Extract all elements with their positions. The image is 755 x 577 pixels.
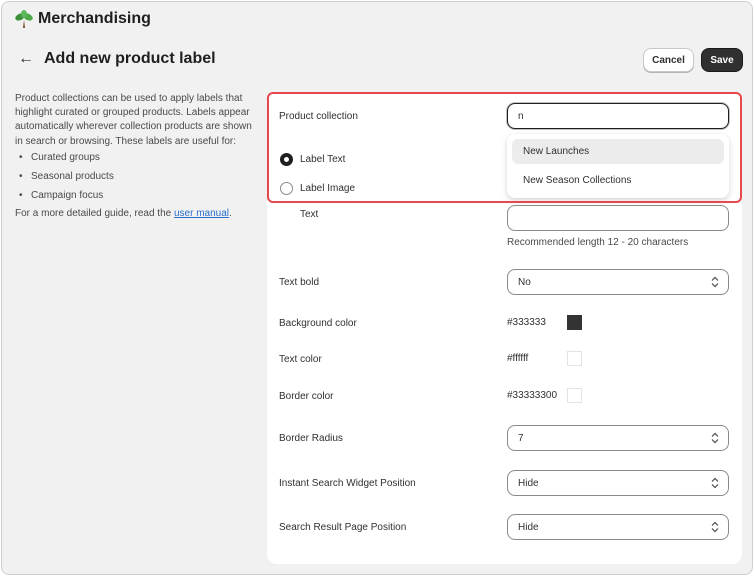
text-help: Recommended length 12 - 20 characters bbox=[507, 237, 689, 248]
text-color-swatch[interactable] bbox=[567, 351, 582, 366]
app-title-text: Merchandising bbox=[38, 10, 151, 27]
plant-icon bbox=[15, 10, 33, 28]
chevron-updown-icon bbox=[711, 477, 719, 489]
guide-suffix: . bbox=[229, 208, 232, 220]
list-item: Seasonal products bbox=[15, 170, 255, 184]
product-collection-label: Product collection bbox=[279, 111, 358, 122]
text-bold-select[interactable]: No bbox=[507, 269, 729, 295]
chevron-updown-icon[interactable] bbox=[710, 432, 720, 444]
page-header: ← Add new product label bbox=[18, 50, 216, 68]
text-color-value[interactable]: #ffffff bbox=[507, 353, 528, 364]
guide-text: For a more detailed guide, read the user… bbox=[15, 207, 255, 221]
cancel-button[interactable]: Cancel bbox=[643, 48, 694, 72]
app-title: Merchandising bbox=[14, 9, 151, 29]
chevron-updown-icon bbox=[711, 276, 719, 288]
radio-checked-icon bbox=[280, 153, 293, 166]
border-color-label: Border color bbox=[279, 391, 334, 402]
user-manual-link[interactable]: user manual bbox=[174, 208, 229, 219]
search-result-position-value: Hide bbox=[518, 521, 539, 533]
background-color-label: Background color bbox=[279, 318, 357, 329]
product-collection-dropdown: New Launches New Season Collections bbox=[507, 134, 729, 198]
text-bold-value: No bbox=[518, 276, 531, 288]
instant-search-position-value: Hide bbox=[518, 477, 539, 489]
background-color-swatch[interactable] bbox=[567, 315, 582, 330]
radio-unchecked-icon bbox=[280, 182, 293, 195]
radio-label-text[interactable]: Label Text bbox=[280, 153, 345, 166]
page-title: Add new product label bbox=[44, 50, 216, 67]
text-color-label: Text color bbox=[279, 354, 322, 365]
radio-label-image-label: Label Image bbox=[300, 183, 356, 194]
instant-search-position-select[interactable]: Hide bbox=[507, 470, 729, 496]
save-button[interactable]: Save bbox=[701, 48, 743, 72]
list-item: Curated groups bbox=[15, 151, 255, 165]
dropdown-option-new-season-collections[interactable]: New Season Collections bbox=[512, 168, 724, 193]
border-radius-label: Border Radius bbox=[279, 433, 343, 444]
guide-prefix: For a more detailed guide, read the bbox=[15, 208, 174, 220]
description-list: Curated groups Seasonal products Campaig… bbox=[15, 151, 255, 204]
chevron-updown-icon bbox=[711, 521, 719, 533]
radio-label-text-label: Label Text bbox=[300, 154, 346, 165]
background-color-value[interactable]: #333333 bbox=[507, 317, 546, 328]
instant-search-position-label: Instant Search Widget Position bbox=[279, 478, 416, 489]
description-text: Product collections can be used to apply… bbox=[15, 93, 252, 147]
border-color-value[interactable]: #33333300 bbox=[507, 390, 557, 401]
border-radius-value: 7 bbox=[518, 432, 524, 444]
description-panel: Product collections can be used to apply… bbox=[15, 92, 255, 222]
search-result-position-label: Search Result Page Position bbox=[279, 522, 407, 533]
text-bold-label: Text bold bbox=[279, 277, 320, 288]
text-input[interactable] bbox=[507, 205, 729, 231]
text-label: Text bbox=[300, 209, 319, 220]
border-radius-stepper[interactable]: 7 bbox=[507, 425, 729, 451]
border-color-swatch[interactable] bbox=[567, 388, 582, 403]
radio-label-image[interactable]: Label Image bbox=[280, 182, 355, 195]
search-result-position-select[interactable]: Hide bbox=[507, 514, 729, 540]
arrow-left-icon[interactable]: ← bbox=[18, 50, 34, 68]
list-item: Campaign focus bbox=[15, 189, 255, 203]
product-collection-input[interactable]: n bbox=[507, 103, 729, 129]
dropdown-option-new-launches[interactable]: New Launches bbox=[512, 139, 724, 164]
